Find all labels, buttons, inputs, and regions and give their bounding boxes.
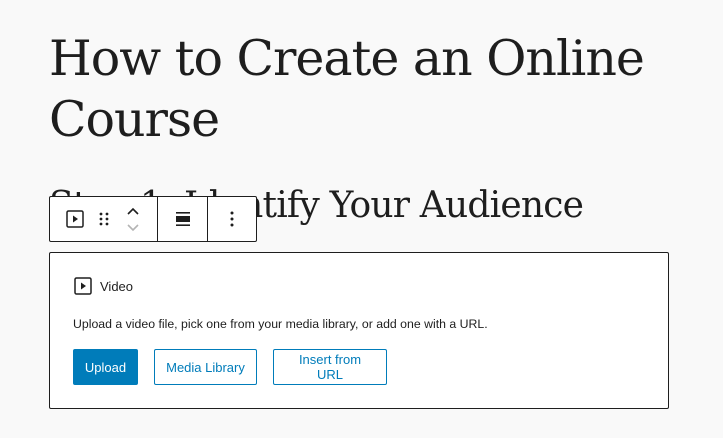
more-options-button[interactable] — [230, 197, 234, 241]
media-library-button[interactable]: Media Library — [154, 349, 257, 385]
insert-from-url-button[interactable]: Insert from URL — [273, 349, 387, 385]
video-icon — [66, 210, 84, 228]
drag-handle-icon — [99, 212, 109, 226]
move-down-button[interactable] — [126, 219, 140, 235]
placeholder-instructions: Upload a video file, pick one from your … — [73, 317, 488, 331]
block-mover — [120, 203, 146, 235]
more-vertical-icon — [230, 211, 234, 227]
drag-handle-button[interactable] — [88, 197, 120, 241]
placeholder-label-text: Video — [100, 278, 134, 294]
upload-button[interactable]: Upload — [73, 349, 138, 385]
post-title[interactable]: How to Create an Online Course — [49, 28, 709, 150]
video-block-placeholder[interactable]: Video Upload a video file, pick one from… — [49, 252, 669, 409]
placeholder-label: Video — [74, 277, 133, 295]
align-button[interactable] — [175, 197, 191, 241]
move-up-button[interactable] — [126, 203, 140, 219]
block-toolbar-group-parent — [50, 197, 158, 241]
block-toolbar — [49, 196, 257, 242]
chevron-up-icon — [126, 207, 140, 216]
chevron-down-icon — [126, 223, 140, 232]
block-type-button[interactable] — [62, 197, 88, 241]
placeholder-actions: Upload Media Library Insert from URL — [73, 349, 387, 385]
block-toolbar-group-align — [158, 197, 208, 241]
align-center-icon — [175, 211, 191, 227]
block-toolbar-group-more — [208, 197, 256, 241]
video-icon — [74, 277, 92, 295]
